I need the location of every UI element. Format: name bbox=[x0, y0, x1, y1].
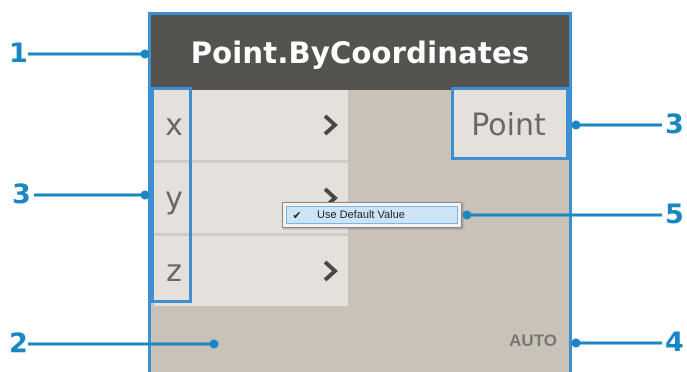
callout-4: 4 bbox=[665, 327, 684, 358]
callout-1: 1 bbox=[9, 38, 28, 69]
output-highlight-box bbox=[451, 87, 569, 160]
callout-3-right: 3 bbox=[665, 109, 684, 140]
chevron-right-icon bbox=[318, 90, 342, 160]
checkmark-icon: ✔ bbox=[292, 209, 302, 222]
lacing-indicator[interactable]: AUTO bbox=[509, 331, 557, 351]
chevron-right-icon bbox=[318, 236, 342, 306]
callout-5: 5 bbox=[665, 199, 684, 230]
use-default-value-menu-item[interactable]: ✔ Use Default Value bbox=[286, 206, 458, 224]
inputs-highlight-box bbox=[151, 87, 192, 303]
diagram-stage: Point.ByCoordinates x y z Point AUTO ✔ U… bbox=[0, 0, 687, 372]
context-menu: ✔ Use Default Value bbox=[282, 202, 462, 228]
dynamo-node[interactable]: Point.ByCoordinates x y z Point AUTO bbox=[148, 12, 572, 372]
node-title: Point.ByCoordinates bbox=[151, 15, 569, 90]
callout-2: 2 bbox=[9, 328, 28, 359]
menu-item-label: Use Default Value bbox=[317, 209, 405, 221]
callout-3-left: 3 bbox=[12, 179, 31, 210]
